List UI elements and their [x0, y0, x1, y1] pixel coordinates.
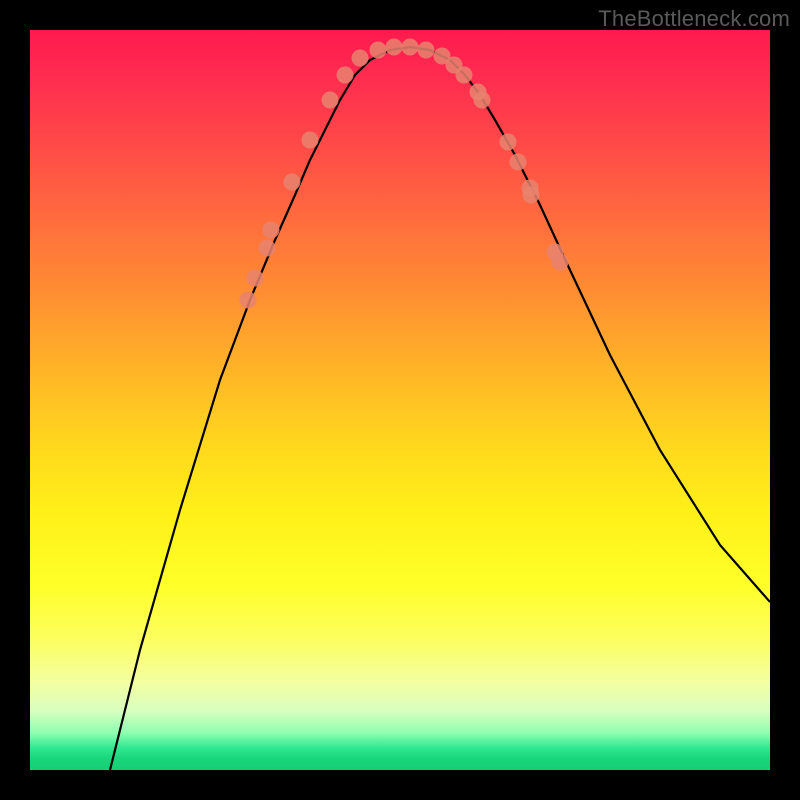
curve-marker — [386, 39, 403, 56]
watermark-text: TheBottleneck.com — [598, 6, 790, 32]
curve-marker — [240, 292, 257, 309]
curve-marker — [510, 154, 527, 171]
curve-marker — [284, 174, 301, 191]
curve-marker — [259, 240, 276, 257]
curve-marker — [322, 92, 339, 109]
curve-marker — [337, 67, 354, 84]
bottleneck-curve — [110, 47, 770, 770]
curve-marker — [247, 270, 264, 287]
curve-marker — [402, 39, 419, 56]
chart-container: TheBottleneck.com — [0, 0, 800, 800]
curve-marker — [474, 92, 491, 109]
chart-svg — [30, 30, 770, 770]
curve-marker — [523, 187, 540, 204]
curve-markers — [240, 39, 569, 309]
curve-marker — [352, 50, 369, 67]
plot-area — [30, 30, 770, 770]
curve-marker — [263, 222, 280, 239]
curve-marker — [500, 134, 517, 151]
curve-marker — [370, 42, 387, 59]
curve-marker — [552, 254, 569, 271]
curve-marker — [456, 67, 473, 84]
curve-marker — [418, 42, 435, 59]
curve-marker — [302, 132, 319, 149]
